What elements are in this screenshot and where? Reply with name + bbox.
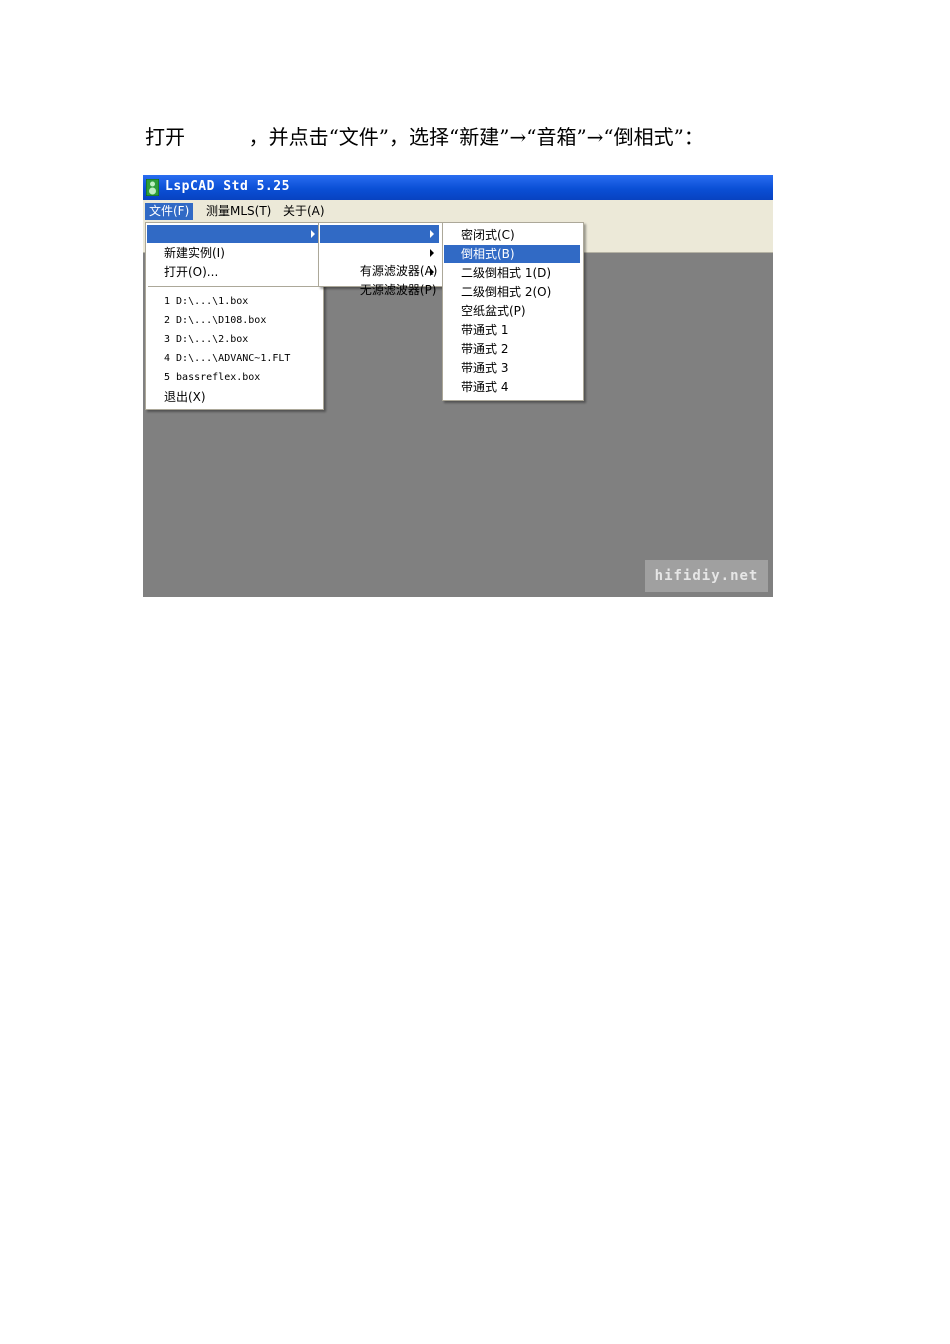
window-title: LspCAD Std 5.25 xyxy=(165,179,290,194)
submenu-arrow-icon xyxy=(430,249,434,257)
menu-item-bass-reflex[interactable]: 倒相式(B) xyxy=(444,245,580,263)
menu-file[interactable]: 文件(F) xyxy=(145,203,194,220)
menu-item-bandpass-1[interactable]: 带通式 1 xyxy=(444,321,580,339)
recent-file-3[interactable]: 3 D:\...\2.box xyxy=(147,331,320,349)
submenu-arrow-icon xyxy=(311,230,315,238)
menu-item-bandpass-2[interactable]: 带通式 2 xyxy=(444,340,580,358)
recent-file-4[interactable]: 4 D:\...\ADVANC~1.FLT xyxy=(147,350,320,368)
submenu-arrow-icon xyxy=(430,230,434,238)
app-icon xyxy=(146,179,159,196)
recent-file-1[interactable]: 1 D:\...\1.box xyxy=(147,293,320,311)
submenu-arrow-icon xyxy=(430,268,434,276)
title-bar[interactable]: LspCAD Std 5.25 xyxy=(143,175,773,200)
instruction-text: 打开 ，并点击“文件”，选择“新建”→“音箱”→“倒相式”： xyxy=(145,125,704,149)
file-menu: 新建(N) 新建实例(I) 打开(O)... 1 D:\...\1.box 2 … xyxy=(145,222,324,410)
menu-bar: 文件(F) 测量MLS(T) 关于(A) xyxy=(143,200,773,222)
menu-separator xyxy=(148,286,321,287)
menu-item-bandpass-3[interactable]: 带通式 3 xyxy=(444,359,580,377)
recent-file-2[interactable]: 2 D:\...\D108.box xyxy=(147,312,320,330)
lspcad-screenshot: LspCAD Std 5.25 文件(F) 测量MLS(T) 关于(A) 新建(… xyxy=(143,175,773,597)
menu-item-open[interactable]: 打开(O)... xyxy=(147,263,320,281)
menu-item-double-reflex-1[interactable]: 二级倒相式 1(D) xyxy=(444,264,580,282)
menu-item-active-filter[interactable]: 有源滤波器(A) xyxy=(320,244,439,278)
menu-item-passive-radiator[interactable]: 空纸盆式(P) xyxy=(444,302,580,320)
menu-item-passive-filter[interactable]: 无源滤波器(P) xyxy=(320,263,439,297)
watermark: hifidiy.net xyxy=(645,560,768,592)
menu-item-passive-filter-label: 无源滤波器(P) xyxy=(359,283,437,297)
menu-item-sealed[interactable]: 密闭式(C) xyxy=(444,226,580,244)
menu-about[interactable]: 关于(A) xyxy=(279,203,329,220)
menu-item-new[interactable]: 新建(N) xyxy=(147,225,320,259)
menu-item-speaker-box[interactable]: 音箱(B) xyxy=(320,225,439,259)
new-submenu: 音箱(B) 有源滤波器(A) 无源滤波器(P) xyxy=(318,222,443,297)
recent-file-5[interactable]: 5 bassreflex.box xyxy=(147,369,320,387)
menu-item-exit[interactable]: 退出(X) xyxy=(147,388,320,406)
menu-item-new-example[interactable]: 新建实例(I) xyxy=(147,244,320,262)
menu-item-bandpass-4[interactable]: 带通式 4 xyxy=(444,378,580,396)
box-type-submenu: 密闭式(C) 倒相式(B) 二级倒相式 1(D) 二级倒相式 2(O) 空纸盆式… xyxy=(442,222,584,401)
menu-item-double-reflex-2[interactable]: 二级倒相式 2(O) xyxy=(444,283,580,301)
menu-measure-mls[interactable]: 测量MLS(T) xyxy=(202,203,275,220)
